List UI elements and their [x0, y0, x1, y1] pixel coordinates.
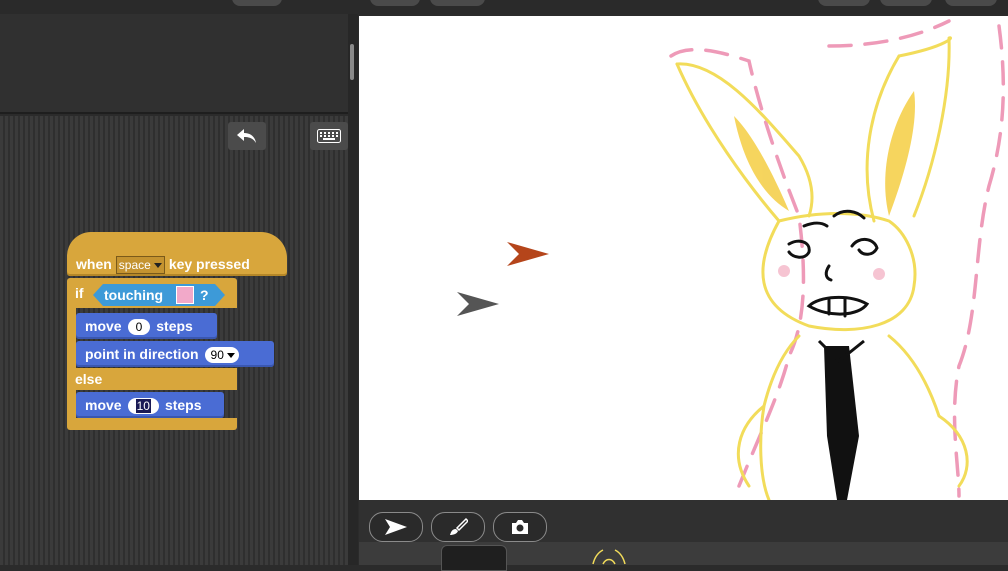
move-label: move: [85, 318, 122, 334]
top-toolbar: [0, 0, 1008, 14]
if-else-block-bottom: [67, 418, 237, 430]
move-steps-block[interactable]: move 10 steps: [76, 392, 224, 418]
point-label: point in direction: [85, 346, 199, 362]
stage[interactable]: [359, 16, 1008, 500]
sprite-thumbnail[interactable]: [589, 548, 629, 566]
if-label: if: [75, 285, 84, 301]
top-button[interactable]: [945, 0, 997, 6]
top-button[interactable]: [818, 0, 870, 6]
stage-canvas: [457, 19, 1006, 500]
steps-label: steps: [164, 397, 202, 413]
chevron-down-icon: [226, 353, 235, 359]
top-button[interactable]: [430, 0, 485, 6]
steps-label: steps: [156, 318, 193, 334]
key-dropdown-value: space: [118, 258, 151, 272]
direction-input[interactable]: 90: [204, 347, 239, 363]
undo-icon: [237, 129, 256, 143]
touching-color-swatch[interactable]: [176, 286, 194, 304]
top-button[interactable]: [880, 0, 932, 6]
chevron-down-icon: [153, 263, 162, 269]
block-text-key-pressed: key pressed: [168, 256, 250, 272]
move-label: move: [85, 397, 122, 413]
key-dropdown[interactable]: space: [115, 256, 165, 274]
top-button[interactable]: [370, 0, 420, 6]
block-text-when: when: [76, 256, 112, 272]
keyboard-button[interactable]: [310, 122, 348, 150]
select-arrow-button[interactable]: [369, 512, 423, 542]
top-button[interactable]: [232, 0, 282, 6]
undo-button[interactable]: [228, 122, 266, 150]
paintbrush-icon: [450, 517, 468, 535]
move-steps-block[interactable]: move 0 steps: [76, 313, 217, 339]
arrow-sprite: [457, 292, 499, 316]
when-key-pressed-block[interactable]: when space key pressed: [67, 232, 287, 276]
steps-input[interactable]: 10: [127, 398, 159, 414]
if-block-arm: [67, 308, 76, 370]
paint-button[interactable]: [431, 512, 485, 542]
point-in-direction-block[interactable]: point in direction 90: [76, 341, 274, 367]
question-mark: ?: [200, 287, 209, 303]
camera-icon: [512, 520, 528, 534]
keyboard-icon: [317, 129, 341, 143]
sprite-tab[interactable]: [441, 545, 507, 571]
arrow-sprite: [507, 242, 549, 266]
palette-panel: [0, 14, 348, 114]
else-section[interactable]: else: [67, 368, 237, 390]
steps-value: 10: [135, 399, 151, 413]
else-block-arm: [67, 390, 76, 420]
else-label: else: [75, 371, 103, 387]
stage-controls: [359, 500, 1008, 571]
steps-input[interactable]: 0: [127, 319, 151, 335]
arrow-icon: [385, 519, 407, 535]
resize-handle[interactable]: [350, 44, 354, 80]
direction-value: 90: [210, 348, 224, 362]
panel-divider[interactable]: [348, 14, 358, 565]
touching-label: touching: [104, 287, 164, 303]
camera-button[interactable]: [493, 512, 547, 542]
